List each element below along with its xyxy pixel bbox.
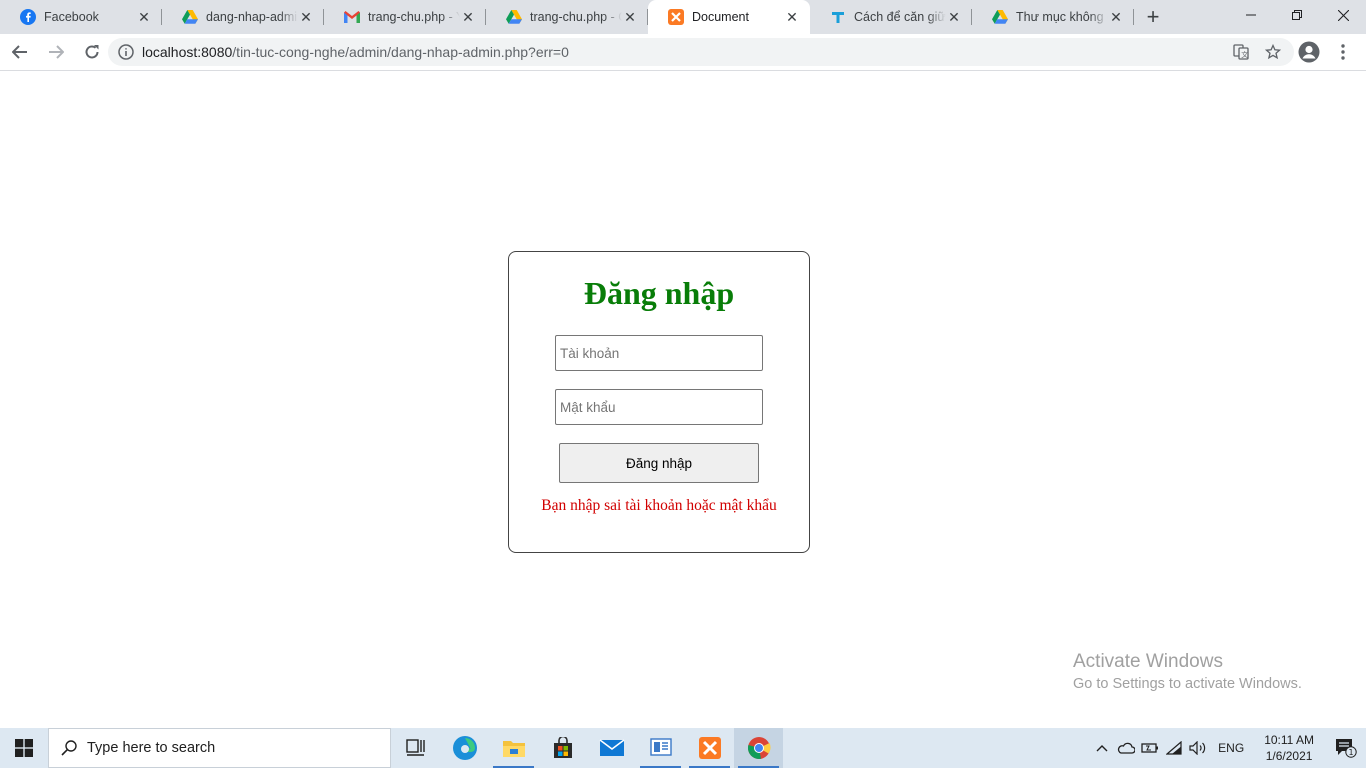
control-panel-icon[interactable] — [636, 728, 685, 768]
watermark-subtitle: Go to Settings to activate Windows. — [1073, 676, 1302, 692]
google-drive-icon — [992, 9, 1008, 25]
translate-icon[interactable]: 文 — [1230, 43, 1252, 61]
chevron-up-icon[interactable] — [1090, 728, 1114, 768]
svg-text:文: 文 — [1241, 50, 1248, 59]
close-tab-icon[interactable]: ✕ — [784, 9, 800, 25]
tab-trang-chu-gmail[interactable]: trang-chu.php - Yê ✕ — [324, 0, 486, 34]
google-drive-icon — [182, 9, 198, 25]
reload-button[interactable] — [76, 36, 108, 68]
menu-dots-icon[interactable] — [1330, 38, 1356, 66]
tab-title: trang-chu.php - Gi — [530, 10, 622, 24]
windows-logo-icon — [15, 739, 33, 757]
bookmark-star-icon[interactable] — [1262, 43, 1284, 61]
system-tray: ENG 10:11 AM 1/6/2021 1 — [1090, 728, 1366, 768]
error-message: Bạn nhập sai tài khoản hoặc mật khẩu — [541, 497, 777, 514]
close-tab-icon[interactable]: ✕ — [460, 9, 476, 25]
edge-icon[interactable] — [440, 728, 489, 768]
battery-icon[interactable] — [1138, 728, 1162, 768]
tab-trang-chu-drive[interactable]: trang-chu.php - Gi ✕ — [486, 0, 648, 34]
username-input[interactable] — [555, 335, 763, 371]
file-explorer-icon[interactable] — [489, 728, 538, 768]
close-tab-icon[interactable]: ✕ — [298, 9, 314, 25]
close-tab-icon[interactable]: ✕ — [136, 9, 152, 25]
login-form: Đăng nhập Đăng nhập Bạn nhập sai tài kho… — [508, 251, 810, 553]
chrome-icon[interactable] — [734, 728, 783, 768]
start-button[interactable] — [0, 728, 48, 768]
back-button[interactable] — [4, 36, 36, 68]
system-clock[interactable]: 10:11 AM 1/6/2021 — [1252, 732, 1326, 764]
xampp-taskbar-icon[interactable] — [685, 728, 734, 768]
url-path: /tin-tuc-cong-nghe/admin/dang-nhap-admin… — [232, 44, 569, 60]
tab-title: Thư mục không cô — [1016, 10, 1108, 24]
xampp-icon — [668, 9, 684, 25]
window-controls — [1228, 0, 1366, 34]
search-placeholder: Type here to search — [87, 740, 216, 756]
taskbar-search[interactable]: Type here to search — [48, 728, 391, 768]
back-arrow-icon — [12, 45, 27, 59]
close-tab-icon[interactable]: ✕ — [946, 9, 962, 25]
activate-windows-watermark: Activate Windows Go to Settings to activ… — [1073, 651, 1302, 692]
tab-title: trang-chu.php - Yê — [368, 10, 460, 24]
microsoft-store-icon[interactable] — [538, 728, 587, 768]
forward-button[interactable] — [40, 36, 72, 68]
onedrive-cloud-icon[interactable] — [1114, 728, 1138, 768]
watermark-title: Activate Windows — [1073, 651, 1223, 672]
close-window-icon[interactable] — [1320, 0, 1366, 30]
tab-strip: Facebook ✕ dang-nhap-admin ✕ trang-chu.p… — [0, 0, 1366, 34]
close-tab-icon[interactable]: ✕ — [1108, 9, 1124, 25]
tab-document[interactable]: Document ✕ — [648, 0, 810, 34]
t-icon — [830, 9, 846, 25]
tab-title: Cách để căn giữa m — [854, 10, 946, 24]
search-icon — [61, 740, 77, 756]
wifi-icon[interactable] — [1162, 728, 1186, 768]
notification-count: 1 — [1348, 748, 1353, 757]
login-button[interactable]: Đăng nhập — [559, 443, 759, 483]
info-icon — [118, 44, 134, 60]
tab-title: Document — [692, 10, 749, 24]
new-tab-button[interactable]: + — [1136, 0, 1170, 34]
clock-date: 1/6/2021 — [1265, 749, 1313, 763]
google-drive-icon — [506, 9, 522, 25]
tab-dang-nhap-admin[interactable]: dang-nhap-admin ✕ — [162, 0, 324, 34]
input-language[interactable]: ENG — [1210, 741, 1252, 755]
tab-title: Facebook — [44, 10, 99, 24]
password-input[interactable] — [555, 389, 763, 425]
volume-icon[interactable] — [1186, 728, 1210, 768]
mail-icon[interactable] — [587, 728, 636, 768]
address-bar[interactable]: localhost:8080/tin-tuc-cong-nghe/admin/d… — [108, 38, 1294, 66]
notification-center-icon[interactable]: 1 — [1326, 728, 1366, 768]
forward-arrow-icon — [49, 45, 64, 59]
task-view-icon[interactable] — [391, 728, 440, 768]
restore-icon[interactable] — [1274, 0, 1320, 30]
minimize-icon[interactable] — [1228, 0, 1274, 30]
close-tab-icon[interactable]: ✕ — [622, 9, 638, 25]
browser-toolbar: localhost:8080/tin-tuc-cong-nghe/admin/d… — [0, 34, 1366, 71]
url-host: localhost:8080 — [142, 44, 233, 60]
clock-time: 10:11 AM — [1264, 733, 1314, 747]
reload-icon — [85, 45, 99, 59]
taskbar: Type here to search ENG 10:11 AM 1/6/202… — [0, 728, 1366, 768]
login-title: Đăng nhập — [583, 275, 735, 311]
tab-title: dang-nhap-admin — [206, 10, 298, 24]
tab-thu-muc[interactable]: Thư mục không cô ✕ — [972, 0, 1134, 34]
profile-avatar-icon[interactable] — [1296, 38, 1322, 66]
facebook-icon — [20, 9, 36, 25]
tab-facebook[interactable]: Facebook ✕ — [0, 0, 162, 34]
gmail-icon — [344, 9, 360, 25]
tab-can-giua[interactable]: Cách để căn giữa m ✕ — [810, 0, 972, 34]
